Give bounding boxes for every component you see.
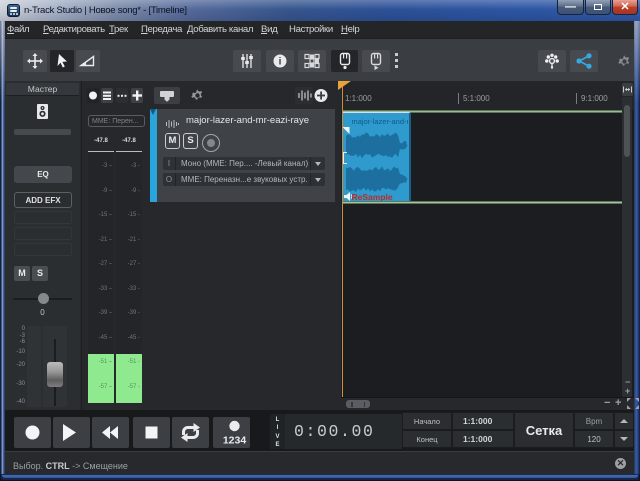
svg-text:1234: 1234 (223, 435, 247, 447)
svg-text:i: i (279, 57, 282, 68)
